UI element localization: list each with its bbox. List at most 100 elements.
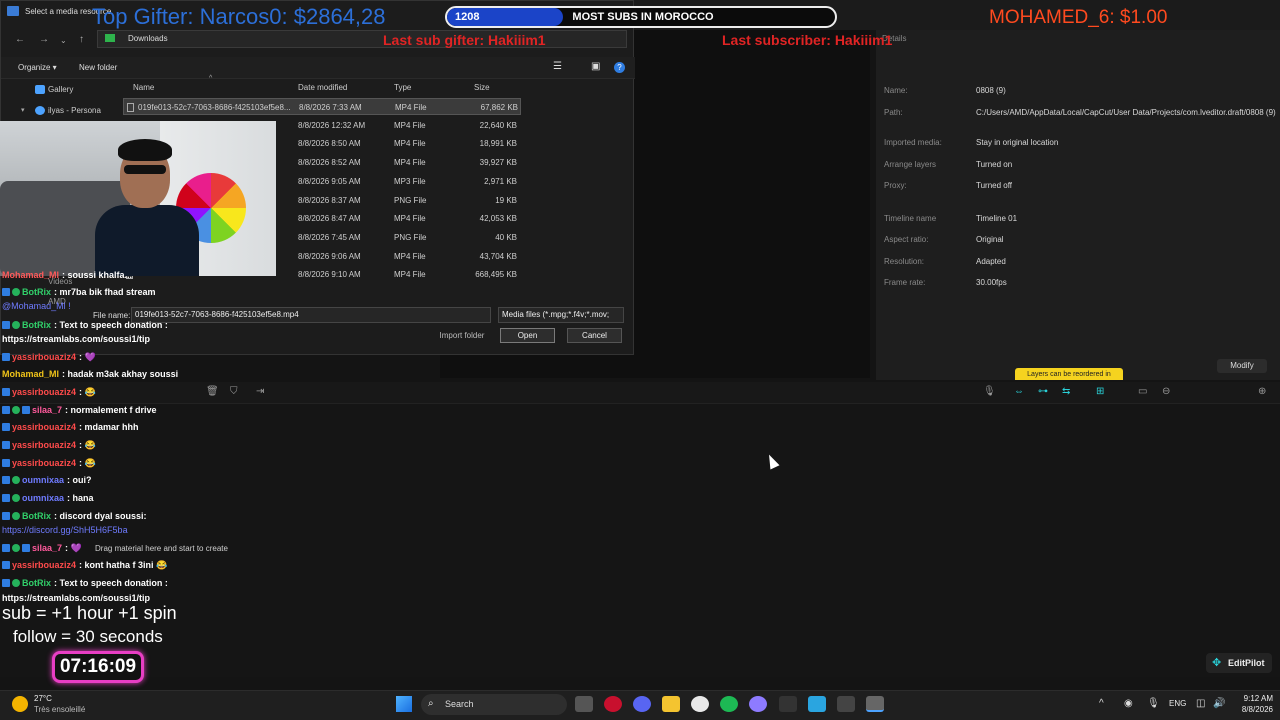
sidebar-item-onedrive[interactable]: ilyas - Persona bbox=[48, 106, 101, 115]
drag-material-hint: Drag material here and start to create bbox=[95, 544, 228, 553]
chat-message: silaa_7: 💜 bbox=[2, 543, 82, 554]
chat-message: yassirbouaziz4: kont hatha f 3ini 😂 bbox=[2, 560, 167, 571]
chat-badge-icon bbox=[2, 321, 10, 329]
discord-icon[interactable] bbox=[633, 696, 651, 712]
clock-date[interactable]: 8/8/2026 bbox=[1225, 705, 1273, 714]
start-icon[interactable] bbox=[396, 696, 412, 712]
volume-icon[interactable]: 🔊 bbox=[1213, 698, 1225, 709]
caption-icon[interactable]: ▭ bbox=[1138, 386, 1147, 397]
spotify-icon[interactable] bbox=[720, 696, 738, 712]
chat-badge-icon bbox=[12, 476, 20, 484]
opera-icon[interactable] bbox=[604, 696, 622, 712]
tray-mic-icon[interactable]: 🎙 bbox=[1147, 698, 1160, 709]
help-icon[interactable]: ? bbox=[614, 62, 625, 73]
file-size: 43,704 KB bbox=[479, 251, 517, 261]
clock-time[interactable]: 9:12 AM bbox=[1231, 694, 1273, 703]
preview-pane-icon[interactable]: ▣ bbox=[591, 61, 600, 72]
column-date[interactable]: Date modified bbox=[298, 83, 347, 92]
file-date: 8/8/2026 9:05 AM bbox=[298, 176, 361, 186]
chat-text: : soussi khalfa... bbox=[62, 270, 133, 280]
expand-chevron-icon[interactable]: ▾ bbox=[21, 106, 25, 114]
capcut-app-icon[interactable] bbox=[779, 696, 797, 712]
taskbar-search[interactable]: Search bbox=[421, 694, 567, 715]
tray-app-icon[interactable]: ◉ bbox=[1124, 698, 1133, 709]
app-icon-shell[interactable] bbox=[749, 696, 767, 712]
chat-badge-icon bbox=[12, 288, 20, 296]
app-icon-blue[interactable] bbox=[808, 696, 826, 712]
forward-arrow-icon[interactable]: → bbox=[39, 34, 49, 45]
file-row[interactable]: 019fe013-52c7-7063-8686-f425103ef5e8... 8… bbox=[123, 98, 521, 115]
chat-username: yassirbouaziz4 bbox=[12, 560, 77, 570]
weather-temperature[interactable]: 27°C bbox=[34, 694, 52, 703]
chat-badge-icon bbox=[2, 459, 10, 467]
chat-link-streamlabs-2[interactable]: https://streamlabs.com/soussi1/tip bbox=[2, 593, 150, 603]
file-size: 668,495 KB bbox=[475, 270, 517, 280]
screen: Name: 0808 (9) Path: C:/Users/AMD/AppDat… bbox=[0, 0, 1280, 720]
chat-username: yassirbouaziz4 bbox=[12, 352, 77, 362]
link-icon[interactable]: ⇔ bbox=[1014, 386, 1024, 397]
split-icon[interactable]: ⇥ bbox=[256, 386, 264, 397]
last-sub-gifter-overlay: Last sub gifter: Hakiiim1 bbox=[383, 32, 546, 48]
new-folder-button[interactable]: New folder bbox=[79, 63, 117, 72]
zoom-in-icon[interactable]: ⊕ bbox=[1258, 386, 1266, 397]
tray-chevron-icon[interactable]: ^ bbox=[1099, 698, 1104, 709]
snap-icon[interactable]: ⇆ bbox=[1062, 386, 1070, 397]
chat-badge-icon bbox=[2, 288, 10, 296]
back-arrow-icon[interactable]: ← bbox=[15, 34, 25, 45]
organize-button[interactable]: Organize ▾ bbox=[18, 63, 57, 72]
column-size[interactable]: Size bbox=[474, 83, 490, 92]
sub-reward-text: sub = +1 hour +1 spin bbox=[2, 603, 177, 623]
detail-label-resolution: Resolution: bbox=[884, 257, 925, 266]
detail-label-proxy: Proxy: bbox=[884, 181, 907, 190]
delete-icon[interactable]: 🗑 bbox=[206, 386, 219, 397]
microphone-icon[interactable]: 🎙 bbox=[983, 386, 996, 397]
zoom-out-icon[interactable]: ⊖ bbox=[1162, 386, 1170, 397]
chat-message: silaa_7: normalement f drive bbox=[2, 405, 157, 415]
chat-message: BotRix: mr7ba bik fhad stream bbox=[2, 287, 156, 297]
modify-button[interactable]: Modify bbox=[1217, 359, 1267, 373]
chat-link-discord[interactable]: https://discord.gg/ShH5H6F5ba bbox=[2, 525, 128, 535]
view-options-icon[interactable]: ☰ bbox=[553, 61, 562, 72]
column-name[interactable]: Name bbox=[133, 83, 154, 92]
capcut-active-icon[interactable] bbox=[866, 696, 884, 712]
chat-badge-icon bbox=[2, 353, 10, 361]
detail-label-name: Name: bbox=[884, 86, 908, 95]
file-type: MP4 File bbox=[394, 139, 426, 149]
shield-icon[interactable]: ⛉ bbox=[230, 386, 238, 397]
network-icon[interactable]: ◫ bbox=[1196, 698, 1205, 709]
file-type-select[interactable]: Media files (*.mpg;*.f4v;*.mov; bbox=[498, 307, 624, 323]
file-size: 22,640 KB bbox=[479, 120, 517, 130]
column-type[interactable]: Type bbox=[394, 83, 411, 92]
file-type: MP4 File bbox=[394, 120, 426, 130]
import-folder-button[interactable]: Import folder bbox=[433, 329, 491, 343]
detail-label-framerate: Frame rate: bbox=[884, 278, 926, 287]
search-icon: ⌕ bbox=[428, 698, 434, 709]
file-type: MP3 File bbox=[394, 176, 426, 186]
file-name-input[interactable]: 019fe013-52c7-7063-8686-f425103ef5e8.mp4 bbox=[131, 307, 491, 323]
weather-sun-icon[interactable] bbox=[12, 696, 28, 712]
chat-text: : 😂 bbox=[79, 440, 96, 450]
weather-description[interactable]: Très ensoleillé bbox=[34, 705, 85, 714]
open-button[interactable]: Open bbox=[500, 328, 555, 343]
input-language[interactable]: ENG bbox=[1169, 699, 1186, 708]
chat-badge-icon bbox=[2, 388, 10, 396]
up-arrow-icon[interactable]: ↑ bbox=[79, 34, 84, 45]
chat-message: yassirbouaziz4: 💜 bbox=[2, 352, 96, 363]
last-subscriber-overlay: Last subscriber: Hakiiim1 bbox=[722, 32, 893, 48]
chat-link-streamlabs[interactable]: https://streamlabs.com/soussi1/tip bbox=[2, 334, 150, 344]
taskview-icon[interactable] bbox=[575, 696, 593, 712]
chat-message: yassirbouaziz4: 😂 bbox=[2, 440, 96, 451]
address-bar[interactable] bbox=[97, 30, 627, 48]
obs-icon[interactable] bbox=[691, 696, 709, 712]
app-icon-dark[interactable] bbox=[837, 696, 855, 712]
chat-username: silaa_7 bbox=[32, 405, 63, 415]
preview-axis-icon[interactable]: ⊞ bbox=[1096, 386, 1104, 397]
cancel-button[interactable]: Cancel bbox=[567, 328, 622, 343]
sidebar-item-gallery[interactable]: Gallery bbox=[48, 85, 73, 94]
file-explorer-icon[interactable] bbox=[662, 696, 680, 712]
recent-chevron-icon[interactable]: ⌄ bbox=[60, 36, 67, 45]
timeline-area[interactable] bbox=[0, 382, 1280, 677]
magnet-icon[interactable]: ⊶ bbox=[1038, 386, 1048, 397]
chat-badge-icon bbox=[2, 406, 10, 414]
chat-message: yassirbouaziz4: 😂 bbox=[2, 458, 96, 469]
